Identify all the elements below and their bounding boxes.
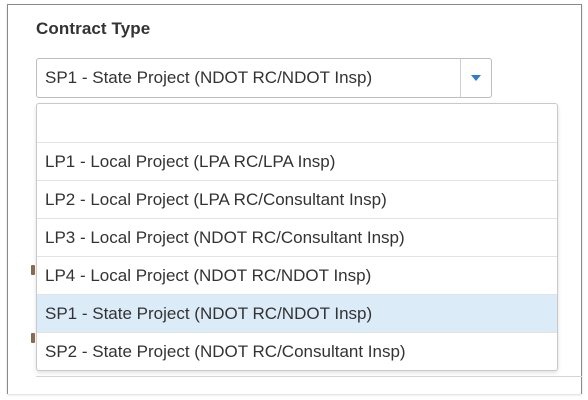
dropdown-option-lp3[interactable]: LP3 - Local Project (NDOT RC/Consultant … <box>37 218 557 256</box>
edge-marker <box>31 265 35 275</box>
contract-type-dropdown-list: LP1 - Local Project (LPA RC/LPA Insp) LP… <box>36 103 558 371</box>
dropdown-option-sp2[interactable]: SP2 - State Project (NDOT RC/Consultant … <box>37 332 557 370</box>
dropdown-option-blank[interactable] <box>37 104 557 142</box>
chevron-down-icon <box>471 75 481 81</box>
dropdown-option-lp4[interactable]: LP4 - Local Project (NDOT RC/NDOT Insp) <box>37 256 557 294</box>
edge-marker <box>31 333 35 343</box>
dropdown-option-lp2[interactable]: LP2 - Local Project (LPA RC/Consultant I… <box>37 180 557 218</box>
dropdown-toggle-button[interactable] <box>460 58 492 98</box>
dropdown-option-sp1[interactable]: SP1 - State Project (NDOT RC/NDOT Insp) <box>37 294 557 332</box>
dropdown-option-lp1[interactable]: LP1 - Local Project (LPA RC/LPA Insp) <box>37 142 557 180</box>
contract-type-select[interactable]: SP1 - State Project (NDOT RC/NDOT Insp) <box>36 58 461 98</box>
contract-type-label: Contract Type <box>36 19 151 38</box>
divider <box>36 376 582 377</box>
